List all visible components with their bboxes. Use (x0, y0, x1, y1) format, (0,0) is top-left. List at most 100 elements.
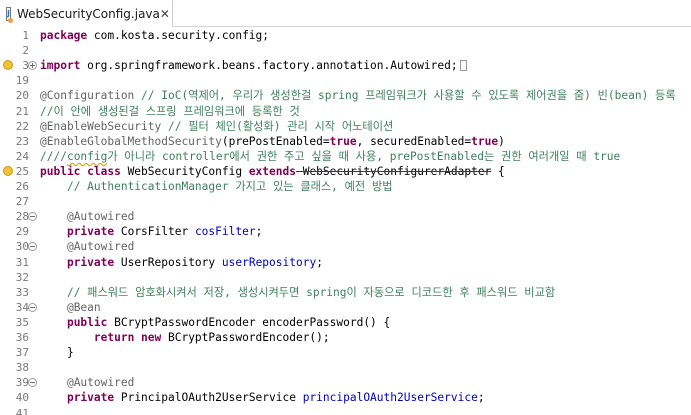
code-token: true (329, 134, 357, 148)
line-number: 29 (15, 225, 29, 239)
line-number: 25 (15, 164, 29, 178)
code-token: // 패스워드 암호화시켜서 저장, 생성시켜두면 spring이 자동으로 디… (66, 285, 556, 299)
code-line[interactable]: @EnableGlobalMethodSecurity(prePostEnabl… (40, 134, 505, 149)
code-line[interactable]: ////config가 아니라 controller에서 권한 주고 싶을 때 … (40, 149, 620, 164)
code-token: CorsFilter (114, 225, 189, 239)
gutter-row: 25 (0, 164, 38, 179)
gutter-row: 33 (0, 285, 38, 300)
code-line[interactable]: @Configuration // IoC(역제어, 우리가 생성한걸 spri… (40, 88, 676, 103)
collapse-fold-icon[interactable] (28, 242, 37, 252)
code-token: com.kosta.security.config; (87, 29, 270, 42)
code-token: import (40, 59, 81, 73)
code-line[interactable]: public BCryptPasswordEncoder encoderPass… (40, 315, 390, 330)
editor-tab[interactable]: J WebSecurityConfig.java ✕ (0, 0, 173, 27)
code-line[interactable]: @Bean (40, 300, 101, 315)
code-token: PrincipalOAuth2UserService (114, 391, 296, 405)
code-line[interactable]: return new BCryptPasswordEncoder(); (40, 330, 330, 345)
line-number: 27 (15, 195, 29, 209)
code-line[interactable]: import org.springframework.beans.factory… (40, 58, 467, 73)
code-token: @Autowired (66, 240, 135, 254)
gutter-row: 28 (0, 209, 38, 224)
expand-fold-icon[interactable] (28, 61, 37, 71)
close-tab-icon[interactable]: ✕ (160, 7, 170, 21)
code-token: UserRepository (114, 255, 216, 269)
code-token: BCryptPasswordEncoder(); (161, 331, 330, 344)
code-token: @EnableWebSecurity (40, 119, 162, 133)
code-token: @Bean (66, 300, 101, 314)
code-token: principalOAuth2UserService (295, 391, 478, 405)
gutter-row: 35 (0, 315, 38, 330)
code-token: ////config가 아니라 controller에서 권한 주고 싶을 때 … (40, 149, 621, 163)
line-number: 31 (15, 255, 29, 269)
line-number: 26 (15, 180, 29, 193)
warning-marker-icon[interactable] (3, 165, 13, 176)
code-token: extends (242, 164, 296, 178)
line-number: 22 (15, 119, 29, 133)
code-line[interactable]: } (40, 345, 74, 360)
code-text-area[interactable]: package com.kosta.security.config; import… (40, 27, 691, 415)
collapse-fold-icon[interactable] (28, 212, 37, 222)
code-line[interactable]: package com.kosta.security.config; (40, 28, 269, 43)
code-token: BCryptPasswordEncoder encoderPassword() … (107, 315, 391, 329)
gutter-row: 19 (0, 73, 38, 88)
collapse-fold-icon[interactable] (28, 378, 37, 388)
code-token: true (471, 134, 499, 148)
gutter-row: 26 (0, 179, 38, 194)
line-number: 36 (15, 331, 29, 344)
gutter-row: 2 (0, 43, 38, 58)
code-token: ; (255, 225, 263, 239)
line-number: 35 (15, 315, 29, 329)
code-token: // AuthenticationManager 가지고 있는 클래스, 예전 … (66, 180, 393, 193)
code-token: { (491, 164, 505, 178)
line-number: 37 (15, 346, 29, 360)
code-line[interactable]: // 패스워드 암호화시켜서 저장, 생성시켜두면 spring이 자동으로 디… (40, 285, 555, 300)
line-number: 34 (15, 300, 29, 314)
code-token: @Autowired (66, 376, 135, 390)
gutter-row: 21 (0, 104, 38, 119)
code-line[interactable]: @Autowired (40, 375, 134, 390)
line-number: 32 (15, 270, 29, 284)
line-number: 39 (15, 376, 29, 390)
code-token: ) (498, 134, 505, 148)
code-token: org.springframework.beans.factory.annota… (80, 59, 458, 73)
collapsed-imports-icon[interactable] (459, 60, 467, 72)
line-number: 23 (15, 134, 29, 148)
code-editor[interactable]: J WebSecurityConfig.java ✕ 1 2 3 19 20 21 22 23… (0, 0, 691, 415)
collapse-fold-icon[interactable] (28, 302, 37, 312)
code-token: private (66, 391, 115, 405)
code-line[interactable]: @Autowired (40, 239, 134, 254)
code-line[interactable]: public class WebSecurityConfig extends W… (40, 164, 505, 179)
warning-marker-icon[interactable] (3, 60, 13, 71)
line-number: 20 (15, 89, 29, 103)
code-line[interactable]: private UserRepository userRepository; (40, 255, 323, 270)
code-line[interactable]: private PrincipalOAuth2UserService princ… (40, 390, 485, 405)
code-token: (prePostEnabled= (221, 134, 330, 148)
code-line[interactable]: @Autowired (40, 209, 134, 224)
line-number-gutter: 1 2 3 19 20 21 22 23 24 25 26 27 28 29 30 31 32 33 34 35 36 3… (0, 27, 38, 415)
code-line[interactable]: private CorsFilter cosFilter; (40, 224, 262, 239)
gutter-row: 27 (0, 194, 38, 209)
gutter-row: 37 (0, 345, 38, 360)
gutter-row: 34 (0, 300, 38, 315)
gutter-row: 20 (0, 88, 38, 103)
code-line[interactable]: @EnableWebSecurity // 필터 체인(활성화) 관리 시작 어… (40, 119, 393, 134)
gutter-row: 31 (0, 255, 38, 270)
code-token: ; (316, 255, 323, 269)
code-token: return new (93, 331, 162, 344)
code-token: @Configuration (40, 89, 135, 103)
line-number: 38 (15, 361, 29, 375)
line-number: 2 (22, 44, 29, 58)
line-number: 40 (15, 391, 29, 405)
gutter-row: 1 (0, 28, 38, 43)
java-file-icon-letter: J (7, 8, 10, 18)
code-line[interactable]: //이 안에 생성된걸 스프링 프레임워크에 등록한 것 (40, 104, 300, 119)
code-token: WebSecurityConfig (120, 164, 243, 178)
code-token: cosFilter (188, 225, 256, 239)
code-line[interactable]: // AuthenticationManager 가지고 있는 클래스, 예전 … (40, 179, 393, 194)
line-number: 33 (15, 285, 29, 299)
